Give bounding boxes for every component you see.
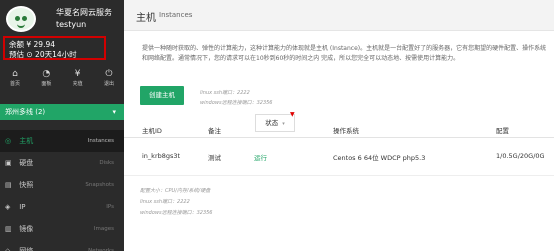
sidebar: 华夏名网云服务 testyun 余额 ¥ 29.94 预估 ⊙ 20天14小时 …: [0, 0, 124, 251]
red-marker-icon: ▼: [290, 111, 295, 118]
sidebar-menu: ◎ 主机 Instances ▣ 硬盘 Disks ▤ 快照 Snapshots…: [0, 130, 124, 251]
username: testyun: [56, 20, 87, 29]
page-subtitle: Instances: [159, 11, 193, 19]
quick-icon-row: ⌂ 首页 ◔ 面板 ¥ 充值 ⏻ 退出: [4, 68, 120, 94]
region-selector[interactable]: 郑州多线 (2) ▾: [0, 104, 124, 120]
sidebar-item-disks[interactable]: ▣ 硬盘 Disks: [0, 152, 124, 174]
brand-name: 华夏名网云服务: [56, 8, 112, 17]
footer-config-note: 配置大小：CPU/内存/系统/硬盘: [140, 188, 211, 194]
balance-amount: 余额 ¥ 29.94: [9, 40, 56, 49]
page-header: 主机 Instances: [124, 0, 554, 31]
create-instance-button[interactable]: 创建主机: [140, 86, 184, 105]
table-row[interactable]: in_krb8gs3t 测试 运行 Centos 6 64位 WDCP php5…: [124, 137, 554, 176]
home-button[interactable]: ⌂ 首页: [4, 68, 26, 94]
balance-forecast: 预估 ⊙ 20天14小时: [9, 50, 77, 59]
sidebar-item-instances[interactable]: ◎ 主机 Instances: [0, 130, 124, 152]
recharge-button[interactable]: ¥ 充值: [67, 68, 89, 94]
recharge-icon: ¥: [74, 69, 81, 79]
instance-os: Centos 6 64位 WDCP php5.3: [333, 154, 426, 162]
page-description: 提供一种随时获取的、弹性的计算能力，这种计算能力的体现就是主机 (Instanc…: [142, 45, 547, 62]
logout-icon: ⏻: [105, 69, 113, 79]
footer-ssh-note: linux ssh端口：2222: [140, 199, 190, 205]
page-title: 主机: [136, 13, 156, 24]
sidebar-item-networks[interactable]: ◇ 网络 Networks: [0, 240, 124, 251]
ip-icon: ◈: [5, 203, 11, 211]
dashboard-icon: ◔: [42, 69, 51, 79]
footer-rdp-note: windows远程连接端口：32356: [140, 210, 213, 216]
chevron-down-icon: ▾: [282, 121, 285, 127]
network-icon: ◇: [5, 247, 11, 251]
main-content: 主机 Instances 提供一种随时获取的、弹性的计算能力，这种计算能力的体现…: [124, 0, 554, 251]
rdp-port-hint: windows远程连接端口：32356: [200, 100, 273, 106]
image-icon: ▥: [5, 225, 12, 233]
sidebar-item-ips[interactable]: ◈ IP IPs: [0, 196, 124, 218]
table-header: 主机ID 备注 操作系统 配置: [124, 121, 554, 138]
column-header-id: 主机ID: [142, 127, 162, 135]
instance-note: 测试: [208, 154, 221, 162]
logout-button[interactable]: ⏻ 退出: [98, 68, 120, 94]
snapshot-icon: ▤: [5, 181, 12, 189]
chevron-down-icon: ▾: [112, 108, 116, 116]
instance-id[interactable]: in_krb8gs3t: [142, 152, 180, 160]
instances-icon: ◎: [5, 137, 12, 145]
status-filter-dropdown[interactable]: 状态 ▾: [255, 114, 295, 132]
status-badge: 运行: [254, 154, 267, 162]
column-header-config: 配置: [496, 127, 509, 135]
instance-config: 1/0.5G/20G/0G: [496, 152, 545, 160]
dashboard-button[interactable]: ◔ 面板: [35, 68, 57, 94]
column-header-note: 备注: [208, 127, 221, 135]
column-header-os: 操作系统: [333, 127, 359, 135]
ssh-port-hint: linux ssh端口：2222: [200, 90, 250, 96]
logo-avatar-icon: [6, 6, 36, 32]
disk-icon: ▣: [5, 159, 12, 167]
home-icon: ⌂: [12, 69, 18, 79]
status-filter-label: 状态: [265, 119, 279, 127]
sidebar-item-snapshots[interactable]: ▤ 快照 Snapshots: [0, 174, 124, 196]
balance-box: 余额 ¥ 29.94 预估 ⊙ 20天14小时: [3, 36, 106, 60]
sidebar-item-images[interactable]: ▥ 镜像 Images: [0, 218, 124, 240]
region-label: 郑州多线 (2): [5, 108, 46, 116]
